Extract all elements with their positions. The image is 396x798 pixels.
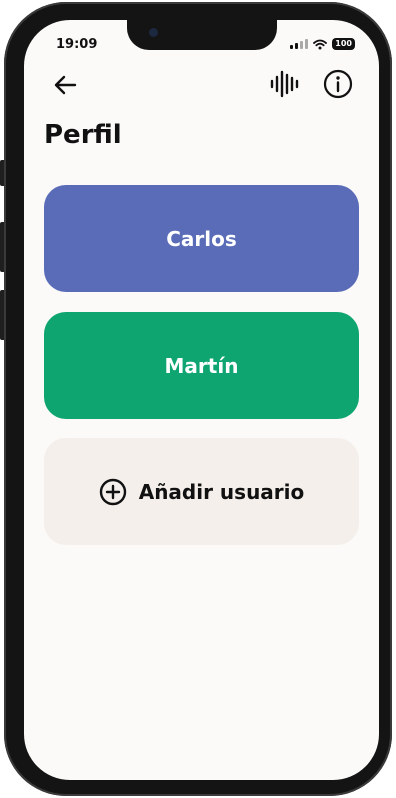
profile-name: Martín [164,353,239,378]
phone-mockup: 19:09 100 Perfil Carlos Martín Añadir us… [0,0,396,798]
app-screen: 19:09 100 Perfil Carlos Martín Añadir us… [24,20,379,780]
status-icons: 100 [290,38,355,50]
plus-circle-icon [99,478,127,506]
wifi-icon [313,39,328,49]
status-time: 19:09 [56,37,98,52]
audio-waveform-icon [270,70,299,98]
voice-button[interactable] [266,67,302,101]
profile-card-martin[interactable]: Martín [44,312,359,419]
back-button[interactable] [50,70,80,100]
info-circle-icon [323,69,353,99]
info-button[interactable] [321,67,355,101]
notch [127,20,277,50]
arrow-left-icon [54,75,77,95]
front-camera [149,28,158,37]
battery-icon: 100 [332,38,355,50]
signal-icon [290,39,309,49]
page-title: Perfil [44,120,122,150]
profile-name: Carlos [166,226,237,251]
add-user-label: Añadir usuario [138,479,305,504]
add-user-button[interactable]: Añadir usuario [44,438,359,545]
profile-card-carlos[interactable]: Carlos [44,185,359,292]
phone-frame: 19:09 100 Perfil Carlos Martín Añadir us… [4,2,392,796]
